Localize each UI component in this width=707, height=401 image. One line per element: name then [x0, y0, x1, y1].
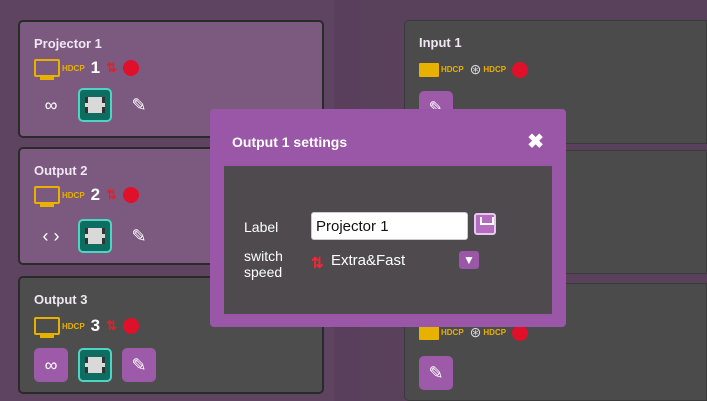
status-dot-icon [123, 318, 140, 334]
film-button[interactable] [78, 348, 112, 382]
output-number: 2 [90, 185, 101, 204]
hdcp-port-icon [34, 186, 60, 207]
input-title: Input 1 [419, 35, 462, 50]
hdcp-port-icon [34, 59, 60, 80]
link-icon[interactable]: ∞ [34, 348, 68, 382]
output-buttons: ‹ › ✎ [34, 219, 156, 253]
output-title: Output 3 [34, 292, 88, 307]
unlink-icon[interactable]: ‹ › [34, 219, 68, 253]
save-icon[interactable] [474, 213, 496, 235]
hdcp-badge: HDCP [441, 328, 464, 337]
pencil-icon[interactable]: ✎ [122, 88, 156, 122]
chevron-down-icon[interactable]: ▼ [459, 251, 479, 269]
hdcp-badge: HDCP [62, 321, 85, 331]
switch-arrows-icon: ⇅ [106, 187, 118, 202]
film-icon [85, 97, 105, 113]
switch-speed-caption-line1: switch [244, 248, 283, 264]
output-status-row: HDCP 2 ⇅ [34, 185, 140, 207]
status-dot-icon [123, 60, 140, 76]
close-icon[interactable]: ✖ [527, 129, 544, 154]
film-icon [85, 357, 105, 373]
label-caption: Label [244, 219, 279, 235]
hdcp-badge: HDCP [483, 65, 507, 74]
hdcp-badge: HDCP [441, 65, 464, 74]
switch-arrows-icon: ⇅ [106, 60, 118, 75]
output-settings-dialog: Output 1 settings ✖ Label switch speed ⇅… [210, 109, 566, 327]
output-title: Output 2 [34, 163, 88, 178]
output-buttons: ∞ ✎ [34, 348, 156, 382]
label-input[interactable] [311, 212, 468, 240]
film-icon [85, 228, 105, 244]
switch-arrows-icon: ⇅ [106, 318, 118, 333]
link-icon[interactable]: ∞ [34, 88, 68, 122]
output-status-row: HDCP 3 ⇅ [34, 316, 140, 338]
pencil-icon[interactable]: ✎ [122, 219, 156, 253]
switch-speed-caption: switch speed [244, 248, 283, 280]
dialog-title: Output 1 settings [232, 134, 348, 150]
input-status-row: HDCP ⊛ HDCP [419, 61, 529, 78]
switch-speed-value: Extra&Fast [331, 252, 406, 269]
film-button[interactable] [78, 88, 112, 122]
film-button[interactable] [78, 219, 112, 253]
pencil-icon[interactable]: ✎ [122, 348, 156, 382]
hdcp-badge: HDCP [483, 328, 507, 337]
output-status-row: HDCP 1 ⇅ [34, 58, 140, 80]
output-buttons: ∞ ✎ [34, 88, 156, 122]
output-number: 1 [90, 58, 101, 77]
film-reel-icon: ⊛ [469, 61, 482, 77]
input-buttons: ✎ [419, 356, 453, 390]
status-dot-icon [123, 187, 140, 203]
status-dot-icon [512, 61, 529, 78]
hdcp-badge: HDCP [62, 63, 85, 73]
hdcp-badge: HDCP [62, 190, 85, 200]
switch-speed-caption-line2: speed [244, 264, 283, 280]
hdcp-port-icon [419, 325, 439, 340]
pencil-icon[interactable]: ✎ [419, 356, 453, 390]
hdcp-port-icon [419, 62, 439, 77]
hdcp-port-icon [34, 317, 60, 338]
dialog-body: Label switch speed ⇅ Extra&Fast ▼ [224, 166, 552, 314]
output-title: Projector 1 [34, 36, 102, 51]
output-number: 3 [90, 316, 101, 335]
switch-arrows-icon: ⇅ [311, 255, 324, 272]
